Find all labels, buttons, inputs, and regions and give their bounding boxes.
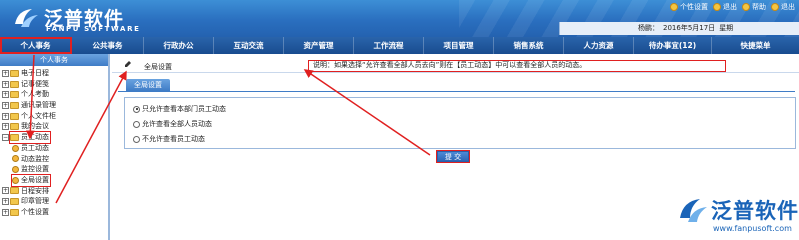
expand-icon[interactable]: +: [2, 187, 9, 195]
page-icon: [12, 144, 19, 152]
sidebar-item-schedule[interactable]: + 电子日程: [0, 68, 108, 79]
exit-icon: [771, 3, 779, 11]
menu-todo[interactable]: 待办事宜(12): [634, 37, 712, 54]
fanpu-logo-icon: [680, 199, 707, 222]
sidebar-subitem-employee-dynamics[interactable]: 员工动态: [0, 143, 108, 154]
user-info-bar: 杨鹏： 2016年5月17日 星期: [559, 22, 799, 35]
watermark-url: www.fanpusoft.com: [713, 224, 792, 233]
folder-icon: [10, 80, 19, 88]
current-weekday: 星期: [719, 24, 734, 32]
sidebar-item-seal-management[interactable]: + 印章管理: [0, 196, 108, 207]
folder-open-icon: [10, 133, 19, 141]
page-icon: [12, 176, 19, 184]
option-view-all[interactable]: 允许查看全部人员动态: [133, 119, 212, 129]
page-icon: [12, 166, 19, 174]
folder-icon: [10, 69, 19, 77]
radio-button[interactable]: [133, 105, 140, 113]
menu-project-management[interactable]: 项目管理: [424, 37, 494, 54]
expand-icon[interactable]: +: [2, 112, 9, 120]
sidebar-item-file-cabinet[interactable]: + 个人文件柜: [0, 111, 108, 122]
current-date: 2016年5月17日: [663, 24, 716, 32]
menu-admin-office[interactable]: 行政办公: [144, 37, 214, 54]
sidebar-title: 个人事务: [0, 54, 108, 66]
menu-human-resources[interactable]: 人力资源: [564, 37, 634, 54]
expand-icon[interactable]: +: [2, 123, 9, 131]
sidebar-item-attendance[interactable]: + 个人考勤: [0, 89, 108, 100]
sidebar-item-personal-settings[interactable]: + 个性设置: [0, 207, 108, 218]
menu-interaction[interactable]: 互动交流: [214, 37, 284, 54]
expand-icon[interactable]: +: [2, 208, 9, 216]
breadcrumb: 全局设置 说明：如果选择“允许查看全部人员去向”则在【员工动态】中可以查看全部人…: [112, 57, 799, 73]
sidebar-subitem-monitor-settings[interactable]: 监控设置: [0, 164, 108, 175]
user-icon: [670, 3, 678, 11]
watermark: 泛普软件 www.fanpusoft.com: [675, 193, 799, 239]
expand-icon[interactable]: +: [2, 91, 9, 99]
sidebar-item-employee-dynamics[interactable]: − 员工动态: [0, 131, 108, 144]
current-user: 杨鹏：: [638, 24, 659, 32]
radio-button[interactable]: [133, 135, 140, 143]
sidebar-subitem-monitoring[interactable]: 动态监控: [0, 154, 108, 165]
key-icon: [713, 3, 721, 11]
sidebar-subitem-global-settings[interactable]: 全局设置: [0, 173, 108, 187]
breadcrumb-label: 全局设置: [144, 63, 172, 71]
folder-icon: [10, 198, 19, 206]
tab-divider: [118, 91, 795, 92]
folder-icon: [10, 112, 19, 120]
option-view-none[interactable]: 不允许查看员工动态: [133, 134, 205, 144]
brand-english-name: FANPU SOFTWARE: [46, 25, 141, 33]
sidebar-item-arrangements[interactable]: + 日程安排: [0, 186, 108, 197]
collapse-icon[interactable]: −: [2, 133, 9, 141]
app-header: 泛普软件 FANPU SOFTWARE 个性设置 退出 帮助 退出 杨鹏： 201…: [0, 0, 799, 37]
sidebar-tree: + 电子日程 + 记事便笺 + 个人考勤 + 通讯录管理 + 个人文件柜 + 我的会议 − 员…: [0, 66, 108, 218]
pencil-icon: [125, 61, 131, 67]
instruction-note: 说明：如果选择“允许查看全部人员去向”则在【员工动态】中可以查看全部人员的动态。: [308, 60, 726, 72]
expand-icon[interactable]: +: [2, 198, 9, 206]
radio-button[interactable]: [133, 120, 140, 128]
help-icon: [742, 3, 750, 11]
top-link-logout[interactable]: 退出: [713, 2, 737, 12]
fanpu-logo-icon: [15, 9, 38, 27]
folder-icon: [10, 91, 19, 99]
top-link-personal-settings[interactable]: 个性设置: [670, 2, 708, 12]
menu-personal-affairs[interactable]: 个人事务: [0, 37, 72, 54]
folder-icon: [10, 208, 19, 216]
menu-asset-management[interactable]: 资产管理: [284, 37, 354, 54]
main-menu: 个人事务 公共事务 行政办公 互动交流 资产管理 工作流程 项目管理 销售系统 …: [0, 37, 799, 54]
menu-public-affairs[interactable]: 公共事务: [72, 37, 144, 54]
top-link-exit[interactable]: 退出: [771, 2, 795, 12]
expand-icon[interactable]: +: [2, 69, 9, 77]
expand-icon[interactable]: +: [2, 101, 9, 109]
page-icon: [12, 155, 19, 163]
top-links: 个性设置 退出 帮助 退出: [670, 2, 795, 12]
menu-sales-system[interactable]: 销售系统: [494, 37, 564, 54]
sidebar: 个人事务 + 电子日程 + 记事便笺 + 个人考勤 + 通讯录管理 + 个人文件柜 + 我的…: [0, 54, 110, 240]
sidebar-item-notes[interactable]: + 记事便笺: [0, 79, 108, 90]
option-dept-only[interactable]: 只允许查看本部门员工动态: [133, 104, 226, 114]
menu-workflow[interactable]: 工作流程: [354, 37, 424, 54]
folder-icon: [10, 187, 19, 195]
watermark-brand: 泛普软件: [711, 199, 799, 223]
expand-icon[interactable]: +: [2, 80, 9, 88]
settings-panel: 只允许查看本部门员工动态 允许查看全部人员动态 不允许查看员工动态: [124, 97, 796, 149]
sidebar-item-contacts[interactable]: + 通讯录管理: [0, 100, 108, 111]
top-link-help[interactable]: 帮助: [742, 2, 766, 12]
submit-button[interactable]: 提 交: [436, 150, 470, 163]
tab-global-settings[interactable]: 全局设置: [126, 79, 170, 91]
sidebar-item-meetings[interactable]: + 我的会议: [0, 121, 108, 132]
menu-shortcuts[interactable]: 快捷菜单: [712, 37, 799, 54]
folder-icon: [10, 123, 19, 131]
folder-icon: [10, 101, 19, 109]
sidebar-item-highlight: 全局设置: [11, 173, 51, 187]
sidebar-item-highlight: 员工动态: [9, 131, 51, 144]
